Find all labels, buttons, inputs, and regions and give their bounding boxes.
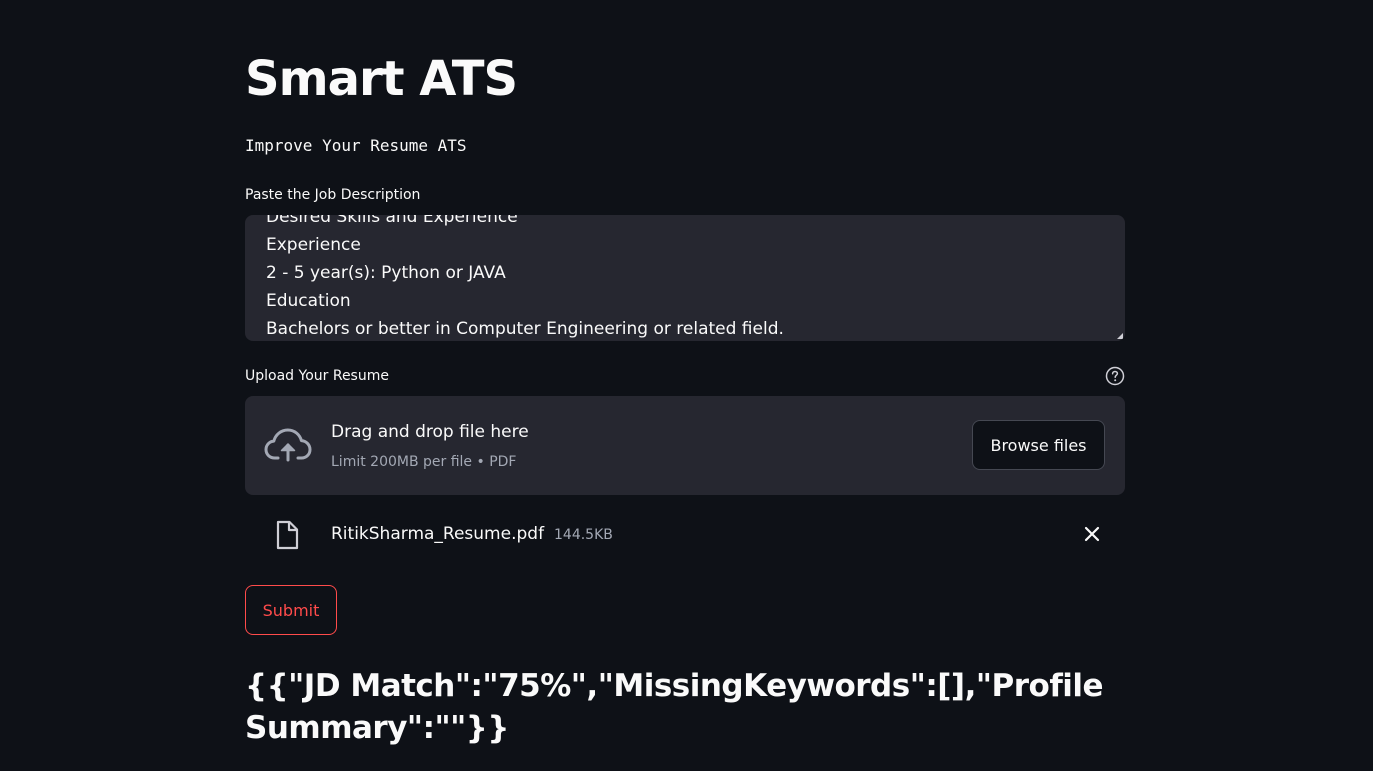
remove-file-button[interactable] <box>1080 522 1104 546</box>
dropzone-title: Drag and drop file here <box>331 422 529 442</box>
uploaded-file-name: RitikSharma_Resume.pdf <box>331 524 545 544</box>
job-description-text[interactable]: Desired Skills and Experience Experience… <box>266 215 1105 341</box>
resize-grip-icon[interactable] <box>1117 333 1123 339</box>
submit-button[interactable]: Submit <box>245 585 337 635</box>
browse-files-button[interactable]: Browse files <box>972 420 1105 470</box>
job-description-label: Paste the Job Description <box>245 187 421 203</box>
file-icon <box>276 520 299 550</box>
job-description-textarea[interactable]: Desired Skills and Experience Experience… <box>245 215 1125 341</box>
page-subtitle: Improve Your Resume ATS <box>245 136 467 155</box>
page-title: Smart ATS <box>245 51 518 107</box>
upload-resume-label: Upload Your Resume <box>245 368 389 384</box>
uploaded-file-size: 144.5KB <box>554 527 613 543</box>
dropzone-limit-text: Limit 200MB per file • PDF <box>331 454 517 470</box>
question-circle-icon[interactable] <box>1105 366 1125 386</box>
file-dropzone[interactable]: Drag and drop file here Limit 200MB per … <box>245 396 1125 495</box>
cloud-upload-icon <box>264 428 312 462</box>
uploaded-file-row: RitikSharma_Resume.pdf 144.5KB <box>245 512 1125 556</box>
result-output: {{"JD Match":"75%","MissingKeywords":[],… <box>245 668 1104 746</box>
close-icon <box>1084 526 1100 542</box>
